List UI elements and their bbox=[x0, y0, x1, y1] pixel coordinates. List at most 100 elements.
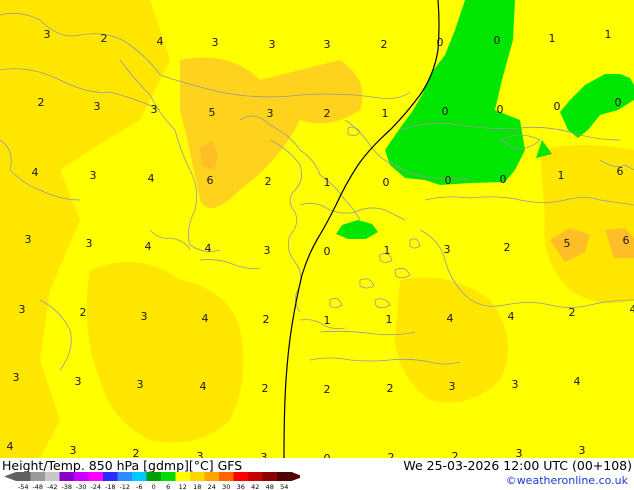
valid-datetime: We 25-03-2026 12:00 UTC (00+108) bbox=[403, 458, 632, 473]
temperature-label: 2 bbox=[133, 447, 140, 458]
temperature-label: 6 bbox=[207, 174, 214, 187]
weather-map: 3 2 4 3 3 3 2 0 0 1 1 2 3 3 5 3 2 1 0 0 0 0 4 3 4 6 2 1 0 0 0 1 6 3 3 4 4 3 0 1… bbox=[0, 0, 634, 458]
temperature-label: 3 bbox=[324, 38, 331, 51]
legend-color-swatch bbox=[74, 472, 89, 481]
legend-color-swatch bbox=[16, 472, 31, 481]
legend-tick-label: 42 bbox=[251, 483, 259, 490]
temperature-label: 2 bbox=[265, 175, 272, 188]
temperature-label: 2 bbox=[504, 241, 511, 254]
temperature-label: 4 bbox=[148, 172, 155, 185]
temperature-label: 4 bbox=[200, 380, 207, 393]
temperature-label: 0 bbox=[497, 103, 504, 116]
temperature-label: 4 bbox=[508, 310, 515, 323]
temperature-label: 0 bbox=[615, 96, 622, 109]
temperature-label: 3 bbox=[70, 444, 77, 457]
legend-color-swatch bbox=[132, 472, 147, 481]
legend-color-swatch bbox=[277, 472, 292, 481]
legend-color-swatch bbox=[190, 472, 205, 481]
temperature-label: 4 bbox=[574, 375, 581, 388]
temperature-label: 1 bbox=[324, 314, 331, 327]
legend-arrow-left bbox=[4, 472, 16, 481]
temperature-label: 1 bbox=[384, 244, 391, 257]
temperature-label: 3 bbox=[269, 38, 276, 51]
temperature-label: 2 bbox=[263, 313, 270, 326]
legend-tick-label: 30 bbox=[222, 483, 230, 490]
temperature-label: 1 bbox=[558, 169, 565, 182]
legend-tick-label: -42 bbox=[47, 483, 58, 490]
temperature-label: 3 bbox=[449, 380, 456, 393]
temperature-label: 6 bbox=[623, 234, 630, 247]
legend-color-swatch bbox=[204, 472, 220, 481]
temperature-label: 1 bbox=[549, 32, 556, 45]
temperature-label: 3 bbox=[444, 243, 451, 256]
temperature-label: 4 bbox=[630, 303, 634, 316]
legend-color-swatch bbox=[88, 472, 104, 481]
temperature-label: 0 bbox=[437, 36, 444, 49]
legend-color-swatch bbox=[146, 472, 162, 481]
map-footer: Height/Temp. 850 hPa [gdmp][°C] GFS We 2… bbox=[0, 458, 634, 490]
temperature-label: 3 bbox=[267, 107, 274, 120]
legend-tick-label: -54 bbox=[18, 483, 29, 490]
legend-tick-label: 12 bbox=[179, 483, 187, 490]
temperature-label: 3 bbox=[197, 450, 204, 458]
legend-tick-label: 54 bbox=[280, 483, 288, 490]
temperature-label: 2 bbox=[324, 383, 331, 396]
temperature-label: 0 bbox=[324, 245, 331, 258]
temperature-label: 3 bbox=[86, 237, 93, 250]
temperature-label: 3 bbox=[512, 378, 519, 391]
temperature-label: 4 bbox=[202, 312, 209, 325]
legend-tick-label: 6 bbox=[166, 483, 170, 490]
legend-tick-label: -38 bbox=[61, 483, 72, 490]
legend-color-swatch bbox=[161, 472, 176, 481]
temperature-label: 0 bbox=[445, 174, 452, 187]
temperature-label: 2 bbox=[387, 382, 394, 395]
temperature-label: 3 bbox=[212, 36, 219, 49]
legend-tick-label: 0 bbox=[152, 483, 156, 490]
temperature-label: 3 bbox=[75, 375, 82, 388]
legend-tick-label: 48 bbox=[266, 483, 274, 490]
legend-tick-label: -30 bbox=[76, 483, 87, 490]
legend-color-swatch bbox=[45, 472, 60, 481]
temperature-label: 3 bbox=[25, 233, 32, 246]
temperature-label: 0 bbox=[383, 176, 390, 189]
legend-color-swatch bbox=[30, 472, 46, 481]
temperature-label: 3 bbox=[579, 444, 586, 457]
temperature-label: 3 bbox=[13, 371, 20, 384]
legend-color-swatch bbox=[219, 472, 234, 481]
temperature-label: 0 bbox=[442, 105, 449, 118]
temperature-label: 6 bbox=[617, 165, 624, 178]
temperature-label: 3 bbox=[44, 28, 51, 41]
credit-link[interactable]: ©weatheronline.co.uk bbox=[506, 474, 628, 487]
temperature-label: 2 bbox=[101, 32, 108, 45]
temperature-label: 1 bbox=[605, 28, 612, 41]
temperature-label: 3 bbox=[19, 303, 26, 316]
legend-color-swatch bbox=[233, 472, 249, 481]
legend-tick-label: 24 bbox=[208, 483, 216, 490]
legend-tick-label: 36 bbox=[237, 483, 245, 490]
legend-tick-label: -24 bbox=[90, 483, 101, 490]
legend-tick-label: -48 bbox=[32, 483, 43, 490]
temperature-label: 4 bbox=[447, 312, 454, 325]
legend-color-swatch bbox=[59, 472, 75, 481]
color-scale-legend: -54 -48 -42 -38 -30 -24 -18 -12 -6 0 6 12 18 24 30 36 42… bbox=[4, 472, 300, 490]
legend-arrow-right bbox=[291, 472, 300, 481]
legend-color-swatch bbox=[175, 472, 191, 481]
temperature-label: 3 bbox=[141, 310, 148, 323]
temperature-label: 3 bbox=[94, 100, 101, 113]
legend-tick-label: -18 bbox=[105, 483, 116, 490]
temperature-label: 0 bbox=[554, 100, 561, 113]
legend-tick-label: -12 bbox=[119, 483, 130, 490]
temperature-label: 4 bbox=[7, 440, 14, 453]
temperature-label: 2 bbox=[38, 96, 45, 109]
temperature-label: 2 bbox=[388, 451, 395, 458]
temperature-label: 1 bbox=[324, 176, 331, 189]
temperature-label: 3 bbox=[516, 447, 523, 458]
temperature-label: 4 bbox=[32, 166, 39, 179]
temperature-label: 3 bbox=[261, 451, 268, 458]
temperature-label: 2 bbox=[324, 107, 331, 120]
temperature-label: 3 bbox=[264, 244, 271, 257]
temperature-label: 4 bbox=[145, 240, 152, 253]
legend-color-swatch bbox=[262, 472, 278, 481]
temperature-label: 0 bbox=[494, 34, 501, 47]
temperature-label: 1 bbox=[386, 313, 393, 326]
